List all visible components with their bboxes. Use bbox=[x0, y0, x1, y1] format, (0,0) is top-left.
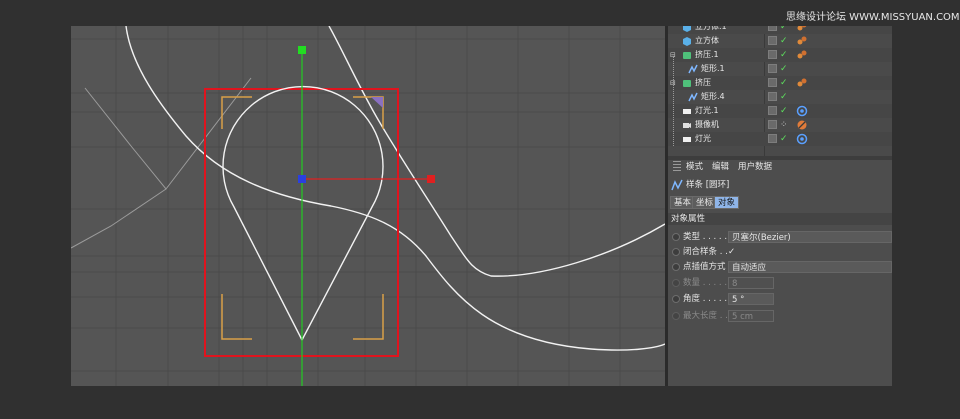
viewport-grid bbox=[71, 26, 665, 386]
object-name: 灯光.1 bbox=[695, 106, 719, 115]
y-axis-handle[interactable] bbox=[298, 46, 306, 54]
animate-radio[interactable] bbox=[672, 295, 680, 303]
prop-interpolation-label: 点插值方式 bbox=[683, 262, 726, 272]
cube-icon bbox=[683, 37, 691, 46]
enabled-check-icon[interactable]: ✓ bbox=[780, 26, 788, 34]
extrude-icon bbox=[683, 80, 691, 87]
prop-number-label: 数量 . . . . . . bbox=[683, 278, 733, 288]
visibility-toggle[interactable] bbox=[768, 134, 777, 143]
object-name: 摄像机 bbox=[695, 120, 719, 129]
object-name: 矩形.1 bbox=[701, 64, 725, 73]
max-length-field: 5 cm bbox=[728, 310, 774, 322]
prop-max-length-label: 最大长度 . . bbox=[683, 311, 728, 321]
animate-radio bbox=[672, 312, 680, 320]
object-row[interactable]: 矩形.1 ✓ bbox=[668, 62, 892, 76]
object-title: 样条 [圆环] bbox=[686, 180, 730, 190]
number-field: 8 bbox=[728, 277, 774, 289]
prop-angle-label: 角度 . . . . . . bbox=[683, 294, 733, 304]
protection-tag-icon[interactable] bbox=[796, 119, 808, 131]
watermark-text: 思缘设计论坛 WWW.MISSYUAN.COM bbox=[786, 12, 960, 23]
extrude-icon bbox=[683, 52, 691, 59]
object-name: 挤压.1 bbox=[695, 50, 719, 59]
visibility-toggle[interactable] bbox=[768, 106, 777, 115]
visibility-toggle[interactable] bbox=[768, 78, 777, 87]
animate-radio bbox=[672, 279, 680, 287]
prop-close-spline-label: 闭合样条 . . bbox=[683, 247, 728, 257]
large-spline-curve bbox=[125, 26, 665, 351]
interpolation-dropdown[interactable]: 自动适应 bbox=[728, 261, 892, 273]
animate-radio[interactable] bbox=[672, 233, 680, 241]
spline-icon bbox=[688, 92, 698, 102]
camera-active-icon[interactable]: ⁘ bbox=[780, 118, 788, 132]
spline-icon bbox=[688, 64, 698, 74]
object-name: 立方体.1 bbox=[695, 26, 727, 31]
light-icon bbox=[683, 109, 691, 114]
enabled-check-icon[interactable]: ✓ bbox=[780, 90, 788, 104]
tab-object[interactable]: 对象 bbox=[714, 196, 740, 209]
visibility-toggle[interactable] bbox=[768, 120, 777, 129]
menu-mode[interactable]: 模式 bbox=[686, 160, 703, 174]
object-name: 立方体 bbox=[695, 36, 719, 45]
close-spline-checkbox[interactable]: ✓ bbox=[728, 245, 735, 259]
light-icon bbox=[683, 137, 691, 142]
enabled-check-icon[interactable]: ✓ bbox=[780, 104, 788, 118]
axis-center-handle[interactable] bbox=[298, 175, 306, 183]
right-panel: 立方体.1 ✓ 立方体 ✓ ⊟ 挤压.1 ✓ 矩形.1 ✓ ⊟ 挤压 ✓ 矩形.… bbox=[668, 26, 892, 386]
object-name: 挤压 bbox=[695, 78, 711, 87]
active-corner-marker bbox=[371, 97, 383, 108]
object-row[interactable]: 灯光 ✓ bbox=[668, 132, 892, 146]
type-dropdown[interactable]: 贝塞尔(Bezier) bbox=[728, 231, 892, 243]
enabled-check-icon[interactable]: ✓ bbox=[780, 62, 788, 76]
menu-edit[interactable]: 编辑 bbox=[712, 160, 729, 174]
material-tag-icon[interactable] bbox=[796, 49, 808, 61]
spline-object-icon bbox=[671, 179, 683, 191]
viewport-3d[interactable] bbox=[71, 26, 665, 386]
enabled-check-icon[interactable]: ✓ bbox=[780, 48, 788, 62]
object-name: 灯光 bbox=[695, 134, 711, 143]
material-tag-icon[interactable] bbox=[796, 35, 808, 47]
section-title: 对象属性 bbox=[671, 214, 706, 224]
animate-radio[interactable] bbox=[672, 248, 680, 256]
object-row[interactable]: 立方体 ✓ bbox=[668, 34, 892, 48]
object-name: 矩形.4 bbox=[701, 92, 725, 101]
object-row[interactable]: 矩形.4 ✓ bbox=[668, 90, 892, 104]
angle-field[interactable]: 5 ° bbox=[728, 293, 774, 305]
object-row[interactable]: ⊟ 挤压 ✓ bbox=[668, 76, 892, 90]
menu-user-data[interactable]: 用户数据 bbox=[738, 160, 772, 174]
object-row[interactable]: ⊟ 挤压.1 ✓ bbox=[668, 48, 892, 62]
visibility-toggle[interactable] bbox=[768, 36, 777, 45]
material-tag-icon[interactable] bbox=[796, 77, 808, 89]
visibility-toggle[interactable] bbox=[768, 64, 777, 73]
enabled-check-icon[interactable]: ✓ bbox=[780, 76, 788, 90]
visibility-toggle[interactable] bbox=[768, 50, 777, 59]
object-row[interactable]: 摄像机 ⁘ bbox=[668, 118, 892, 132]
visibility-toggle[interactable] bbox=[768, 92, 777, 101]
enabled-check-icon[interactable]: ✓ bbox=[780, 34, 788, 48]
visibility-toggle[interactable] bbox=[768, 26, 777, 31]
hierarchy-line bbox=[673, 56, 674, 146]
x-axis-handle[interactable] bbox=[427, 175, 435, 183]
animate-radio[interactable] bbox=[672, 263, 680, 271]
viewport-canvas[interactable] bbox=[71, 26, 665, 386]
cube-icon bbox=[683, 26, 691, 32]
light-target-tag-icon[interactable] bbox=[796, 133, 808, 145]
app-window: 思缘设计论坛 WWW.MISSYUAN.COM 立方体.1 ✓ 立方体 ✓ ⊟ … bbox=[0, 0, 960, 419]
object-row[interactable]: 立方体.1 ✓ bbox=[668, 26, 892, 34]
grip-icon[interactable] bbox=[673, 161, 681, 171]
object-row[interactable]: 灯光.1 ✓ bbox=[668, 104, 892, 118]
material-tag-icon[interactable] bbox=[796, 26, 808, 33]
enabled-check-icon[interactable]: ✓ bbox=[780, 132, 788, 146]
light-target-tag-icon[interactable] bbox=[796, 105, 808, 117]
camera-icon bbox=[683, 123, 691, 128]
